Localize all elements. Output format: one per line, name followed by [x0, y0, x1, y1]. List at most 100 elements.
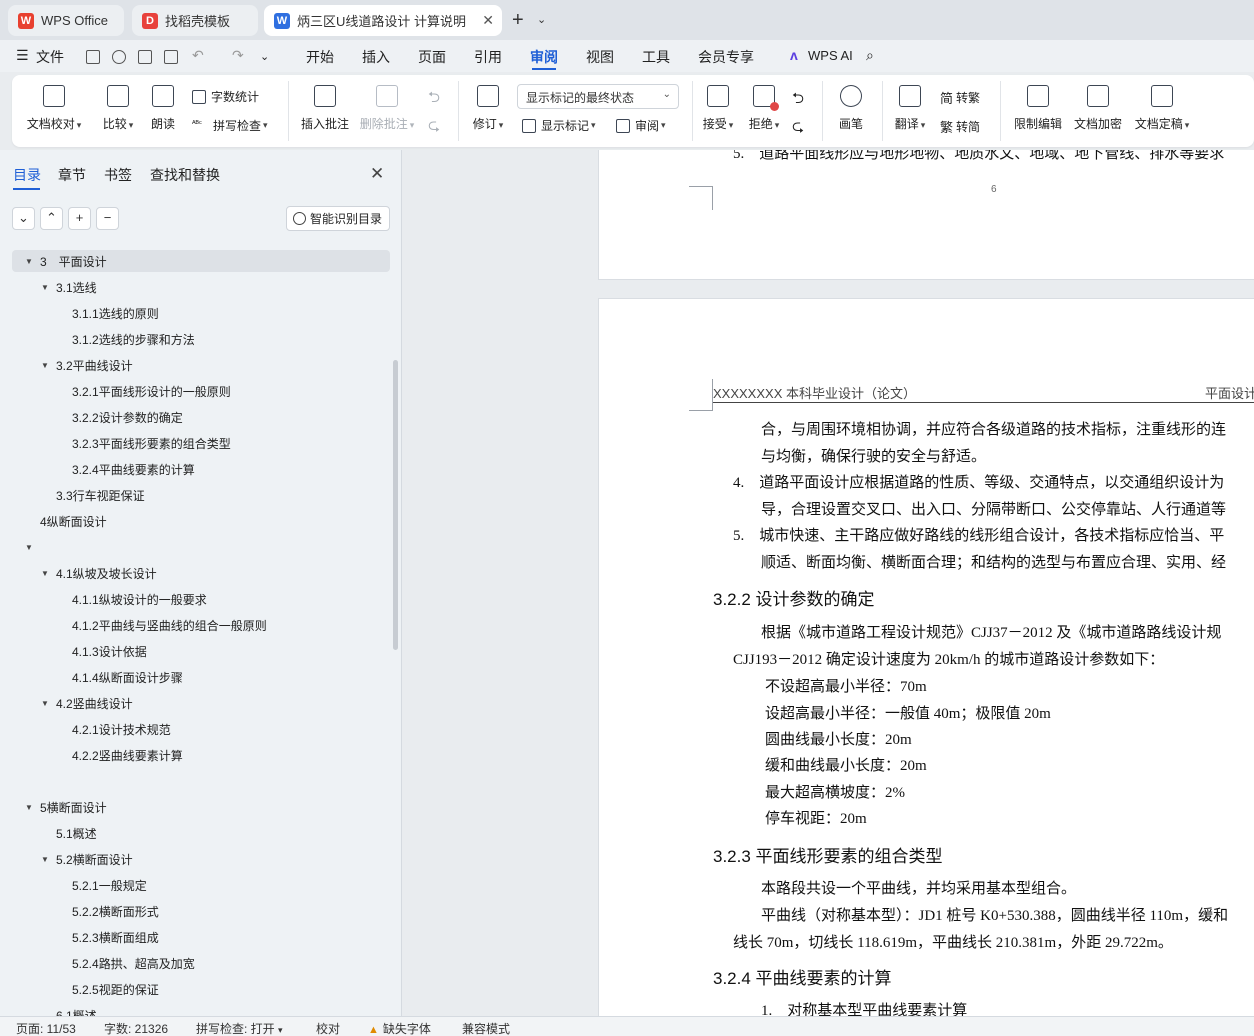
proofread-status[interactable]: 校对	[316, 1020, 340, 1036]
save-icon[interactable]	[86, 50, 100, 64]
page-current[interactable]: XXXXXXXX 本科毕业设计（论文） 平面设计 合，与周围环境相协调，并应符合…	[598, 298, 1254, 1016]
toc-item[interactable]: 4.1.2平曲线与竖曲线的组合一般原则	[12, 614, 390, 636]
toc-item[interactable]: ▼ 3.1选线	[12, 276, 390, 298]
to-simplified-button[interactable]: 繁 转简	[940, 117, 980, 136]
add-heading-icon[interactable]: +	[68, 207, 91, 230]
finalize-button[interactable]: 文档定稿 ▾	[1132, 75, 1192, 147]
remove-heading-icon[interactable]: −	[96, 207, 119, 230]
toc-item[interactable]: 3.3行车视距保证	[12, 484, 390, 506]
review-pane-button[interactable]: 审阅 ▾	[616, 117, 666, 134]
reject-button[interactable]: 拒绝 ▾	[746, 75, 782, 147]
pen-button[interactable]: 画笔	[834, 75, 868, 147]
menu-tools[interactable]: 工具	[642, 47, 670, 67]
toc-item[interactable]: 5.2.5视距的保证	[12, 978, 390, 1000]
previous-change-icon[interactable]: ⮌	[792, 88, 804, 113]
nav-tab-bookmarks[interactable]: 书签	[104, 165, 132, 185]
toc-item[interactable]: ▼ 5.2横断面设计	[12, 848, 390, 870]
compare-button[interactable]: 比较 ▾	[96, 75, 140, 147]
close-icon[interactable]: ✕	[370, 164, 384, 184]
previous-comment-icon[interactable]: ⮌	[428, 87, 440, 112]
toc-item[interactable]	[12, 770, 390, 792]
next-comment-icon[interactable]: ⮎	[428, 115, 440, 140]
print-icon[interactable]	[138, 50, 152, 64]
wps-ai-icon[interactable]: ʌ	[790, 47, 798, 63]
word-count-button[interactable]: 字数统计	[192, 88, 259, 105]
menu-home[interactable]: 开始	[306, 47, 334, 67]
accept-button[interactable]: 接受 ▾	[700, 75, 736, 147]
expand-toggle-icon[interactable]: ▼	[40, 699, 50, 708]
menu-member[interactable]: 会员专享	[698, 47, 754, 67]
tab-wps-office[interactable]: W WPS Office	[8, 5, 124, 36]
new-tab-icon[interactable]: +	[512, 10, 524, 30]
share-icon[interactable]	[112, 50, 126, 64]
expand-down-icon[interactable]: ⌄	[12, 207, 35, 230]
search-icon[interactable]: ⌕	[866, 47, 874, 64]
expand-toggle-icon[interactable]: ▼	[24, 543, 34, 552]
track-changes-button[interactable]: 修订 ▾	[470, 75, 506, 147]
toc-item[interactable]: 4.2.2竖曲线要素计算	[12, 744, 390, 766]
expand-toggle-icon[interactable]: ▼	[40, 283, 50, 292]
markup-state-select[interactable]: 显示标记的最终状态 ⌄	[517, 84, 679, 109]
page-previous[interactable]: 5. 道路平面线形应与地形地物、地质水文、地域、地下管线、排水等要求 6	[598, 150, 1254, 280]
expand-toggle-icon[interactable]: ▼	[40, 361, 50, 370]
toc-item[interactable]: 5.2.4路拱、超高及加宽	[12, 952, 390, 974]
doc-check-button[interactable]: 文档校对 ▾	[27, 75, 81, 147]
toc-item[interactable]: ▼ 4.1纵坡及坡长设计	[12, 562, 390, 584]
toc-item[interactable]: ▼ 3.2平曲线设计	[12, 354, 390, 376]
quick-access-more-icon[interactable]: ⌄	[260, 50, 269, 63]
menu-file[interactable]: 文件	[36, 47, 64, 67]
word-count-indicator[interactable]: 字数: 21326	[104, 1020, 168, 1036]
menu-references[interactable]: 引用	[474, 47, 502, 67]
collapse-up-icon[interactable]: ⌃	[40, 207, 63, 230]
page-indicator[interactable]: 页面: 11/53	[16, 1020, 76, 1036]
toc-item[interactable]: 3.1.1选线的原则	[12, 302, 390, 324]
tab-docer[interactable]: D 找稻壳模板	[132, 5, 258, 36]
toc-item[interactable]: 5.2.2横断面形式	[12, 900, 390, 922]
menu-view[interactable]: 视图	[586, 47, 614, 67]
toc-item[interactable]: ▼ 3 平面设计	[12, 250, 390, 272]
delete-comment-button[interactable]: 删除批注 ▾	[360, 75, 414, 147]
toc-item[interactable]: ▼ 4.2竖曲线设计	[12, 692, 390, 714]
show-markup-button[interactable]: 显示标记 ▾	[522, 117, 596, 134]
next-change-icon[interactable]: ⮎	[792, 116, 804, 141]
toc-item[interactable]: 6.1概述	[12, 1004, 390, 1017]
nav-tab-find-replace[interactable]: 查找和替换	[150, 165, 220, 185]
nav-scrollbar[interactable]	[393, 360, 398, 650]
toc-item[interactable]: ▼ 5横断面设计	[12, 796, 390, 818]
read-aloud-button[interactable]: 朗读	[148, 75, 178, 147]
spell-check-button[interactable]: ᴬᴮᶜ 拼写检查 ▾	[192, 117, 268, 134]
toc-item[interactable]: 5.2.1一般规定	[12, 874, 390, 896]
restrict-edit-button[interactable]: 限制编辑	[1012, 75, 1064, 147]
spell-check-status[interactable]: 拼写检查: 打开 ▾	[196, 1020, 283, 1036]
menu-review[interactable]: 审阅	[530, 47, 558, 67]
toc-item[interactable]: 4.1.4纵断面设计步骤	[12, 666, 390, 688]
print-preview-icon[interactable]	[164, 50, 178, 64]
toc-item[interactable]: 3.2.1平面线形设计的一般原则	[12, 380, 390, 402]
toc-item[interactable]: 3.1.2选线的步骤和方法	[12, 328, 390, 350]
smart-toc-button[interactable]: 智能识别目录	[286, 206, 390, 231]
toc-item[interactable]: 4.2.1设计技术规范	[12, 718, 390, 740]
menu-page[interactable]: 页面	[418, 47, 446, 67]
toc-item[interactable]: 4.1.3设计依据	[12, 640, 390, 662]
menu-insert[interactable]: 插入	[362, 47, 390, 67]
toc-item[interactable]: 5.1概述	[12, 822, 390, 844]
toc-item[interactable]: 3.2.2设计参数的确定	[12, 406, 390, 428]
undo-icon[interactable]: ↶	[192, 47, 204, 64]
toc-item[interactable]: 4纵断面设计	[12, 510, 390, 532]
chevron-down-icon[interactable]: ⌄	[537, 13, 546, 26]
missing-font-status[interactable]: ▲ 缺失字体	[368, 1020, 431, 1036]
toc-item[interactable]: 5.2.3横断面组成	[12, 926, 390, 948]
redo-icon[interactable]: ↷	[232, 47, 244, 64]
toc-item[interactable]: 4.1.1纵坡设计的一般要求	[12, 588, 390, 610]
hamburger-icon[interactable]: ☰	[16, 47, 29, 64]
nav-tab-toc[interactable]: 目录	[13, 165, 41, 185]
translate-button[interactable]: 翻译 ▾	[892, 75, 928, 147]
expand-toggle-icon[interactable]: ▼	[24, 257, 34, 266]
toc-item[interactable]: ▼	[12, 536, 390, 558]
menu-wps-ai[interactable]: WPS AI	[808, 48, 853, 63]
toc-item[interactable]: 3.2.3平面线形要素的组合类型	[12, 432, 390, 454]
expand-toggle-icon[interactable]: ▼	[24, 803, 34, 812]
to-traditional-button[interactable]: 简 转繁	[940, 88, 980, 107]
expand-toggle-icon[interactable]: ▼	[40, 855, 50, 864]
toc-item[interactable]: 3.2.4平曲线要素的计算	[12, 458, 390, 480]
